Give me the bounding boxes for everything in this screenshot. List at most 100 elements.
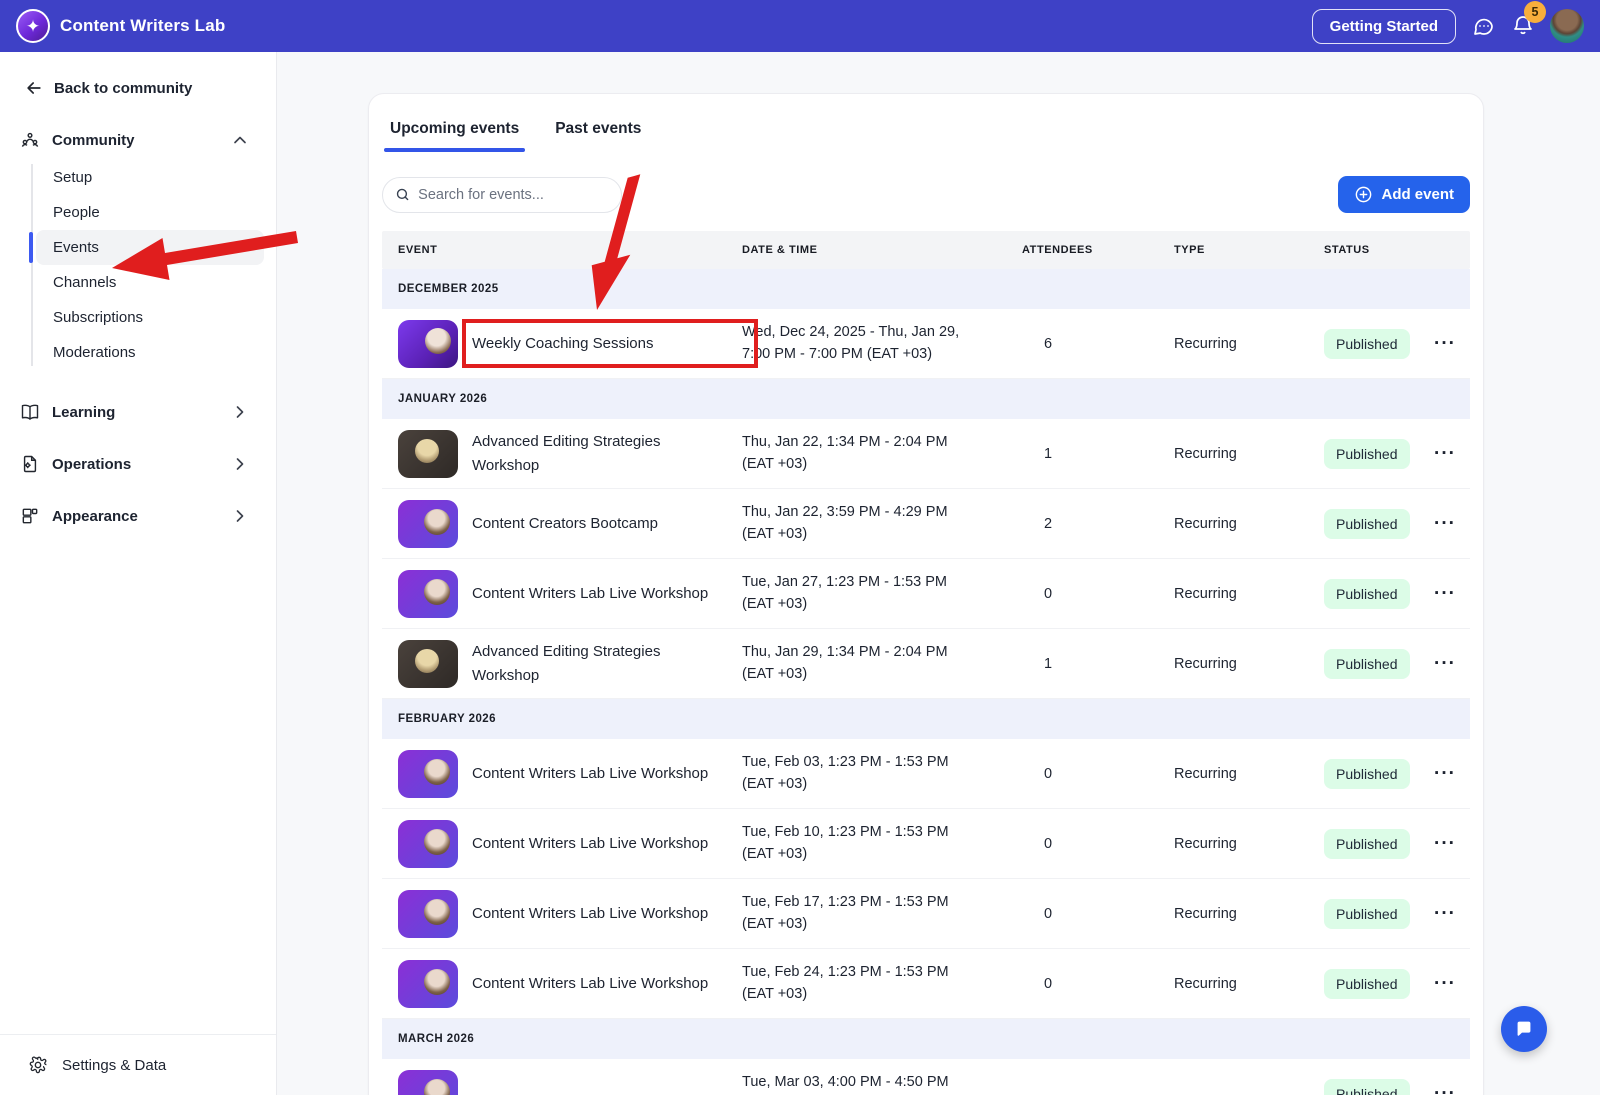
event-title[interactable]: Advanced Editing Strategies Workshop [472,640,722,687]
row-menu-button[interactable]: ··· [1434,514,1456,533]
event-attendees: 0 [1006,586,1158,602]
events-table: EVENT DATE & TIME ATTENDEES TYPE STATUS … [382,231,1470,1095]
sidebar-item-subscriptions[interactable]: Subscriptions [36,300,264,335]
event-thumbnail [398,820,458,868]
community-icon [20,130,40,150]
add-event-button[interactable]: Add event [1338,176,1470,213]
sidebar-item-channels[interactable]: Channels [36,265,264,300]
search-input[interactable] [418,187,609,203]
status-badge: Published [1324,579,1410,609]
column-event: EVENT [382,244,726,256]
event-type: Recurring [1158,766,1308,782]
user-avatar[interactable] [1550,9,1584,43]
event-type: Recurring [1158,336,1308,352]
event-thumbnail [398,500,458,548]
event-datetime: Wed, Dec 24, 2025 - Thu, Jan 29, 7:00 PM… [726,322,1006,366]
gear-icon [28,1055,48,1075]
events-tabs: Upcoming events Past events [390,120,1470,152]
event-title[interactable]: Weekly Coaching Sessions [472,332,722,355]
event-type: Recurring [1158,976,1308,992]
event-type: Recurring [1158,836,1308,852]
event-search[interactable] [382,177,622,213]
month-header-row: DECEMBER 2025 [382,269,1470,309]
event-type: Recurring [1158,446,1308,462]
event-title[interactable]: Content Writers Lab Live Workshop [472,832,722,855]
event-title[interactable]: Content Writers Lab Live Workshop [472,762,722,785]
event-datetime: Tue, Feb 10, 1:23 PM - 1:53 PM (EAT +03) [726,822,1006,866]
settings-and-data-label: Settings & Data [62,1057,166,1074]
notifications-bell-icon[interactable]: 5 [1510,13,1536,39]
chat-launcher-button[interactable] [1501,1006,1547,1052]
status-badge: Published [1324,1079,1410,1095]
notification-count-badge: 5 [1524,1,1546,23]
event-row[interactable]: Content Writers Lab Live WorkshopTue, Fe… [382,949,1470,1019]
month-label: DECEMBER 2025 [398,283,499,295]
sidebar-item-moderations[interactable]: Moderations [36,335,264,370]
event-attendees: 0 [1006,836,1158,852]
status-badge: Published [1324,829,1410,859]
sidebar-item-events[interactable]: Events [36,230,264,265]
back-to-community-link[interactable]: Back to community [0,78,276,98]
sidebar-section-operations[interactable]: Operations [0,442,276,486]
month-header-row: MARCH 2026 [382,1019,1470,1059]
chevron-up-icon[interactable] [230,130,250,150]
row-menu-button[interactable]: ··· [1434,584,1456,603]
month-header-row: FEBRUARY 2026 [382,699,1470,739]
row-menu-button[interactable]: ··· [1434,654,1456,673]
settings-and-data-link[interactable]: Settings & Data [0,1034,276,1095]
community-name: Content Writers Lab [60,16,225,36]
event-title[interactable]: Advanced Editing Strategies Workshop [472,430,722,477]
event-row[interactable]: Advanced Editing Strategies WorkshopThu,… [382,419,1470,489]
row-menu-button[interactable]: ··· [1434,764,1456,783]
main-content: Upcoming events Past events Add event EV… [277,52,1600,1095]
row-menu-button[interactable]: ··· [1434,904,1456,923]
event-attendees: 6 [1006,336,1158,352]
getting-started-button[interactable]: Getting Started [1312,9,1456,44]
sidebar-item-setup[interactable]: Setup [36,160,264,195]
event-thumbnail [398,320,458,368]
event-row[interactable]: Content Writers Lab Live WorkshopTue, Fe… [382,739,1470,809]
column-datetime: DATE & TIME [726,244,1006,256]
event-type: Recurring [1158,586,1308,602]
event-type: Recurring [1158,516,1308,532]
community-section-label: Community [52,132,135,149]
row-menu-button[interactable]: ··· [1434,1084,1456,1095]
tab-upcoming-events[interactable]: Upcoming events [390,120,519,152]
event-row[interactable]: Content Writers Lab Live WorkshopTue, Fe… [382,809,1470,879]
row-menu-button[interactable]: ··· [1434,444,1456,463]
sidebar-section-learning[interactable]: Learning [0,390,276,434]
messages-icon[interactable] [1470,13,1496,39]
event-row[interactable]: Content Writers Lab Live WorkshopTue, Fe… [382,879,1470,949]
event-attendees: 0 [1006,906,1158,922]
search-icon [395,186,410,203]
sidebar-section-appearance[interactable]: Appearance [0,494,276,538]
event-title[interactable]: Content Writers Lab Live Workshop [472,582,722,605]
status-badge: Published [1324,759,1410,789]
events-card: Upcoming events Past events Add event EV… [368,93,1484,1095]
row-menu-button[interactable]: ··· [1434,834,1456,853]
row-menu-button[interactable]: ··· [1434,974,1456,993]
event-attendees: 1 [1006,656,1158,672]
community-logo[interactable]: ✦ [16,9,50,43]
event-title[interactable]: Content Writers Lab Live Workshop [472,972,722,995]
event-thumbnail [398,430,458,478]
event-thumbnail [398,640,458,688]
row-menu-button[interactable]: ··· [1434,334,1456,353]
column-status: STATUS [1308,244,1418,256]
event-row[interactable]: Content Creators BootcampThu, Jan 22, 3:… [382,489,1470,559]
event-title[interactable]: Content Writers Lab Live Workshop [472,902,722,925]
chevron-right-icon [230,402,250,422]
events-toolbar: Add event [382,176,1470,213]
event-table-groups: DECEMBER 2025 Weekly Coaching SessionsWed… [382,269,1470,1095]
tab-past-events[interactable]: Past events [555,120,641,152]
event-row[interactable]: Weekly Coaching SessionsWed, Dec 24, 202… [382,309,1470,379]
event-datetime: Tue, Jan 27, 1:23 PM - 1:53 PM (EAT +03) [726,572,1006,616]
event-row[interactable]: Tue, Mar 03, 4:00 PM - 4:50 PM (EAT +03)… [382,1059,1470,1095]
sidebar-section-community[interactable]: Community [0,130,276,150]
event-datetime: Thu, Jan 22, 3:59 PM - 4:29 PM (EAT +03) [726,502,1006,546]
sidebar-item-people[interactable]: People [36,195,264,230]
event-row[interactable]: Advanced Editing Strategies WorkshopThu,… [382,629,1470,699]
operations-label: Operations [52,456,131,473]
event-title[interactable]: Content Creators Bootcamp [472,512,722,535]
event-row[interactable]: Content Writers Lab Live WorkshopTue, Ja… [382,559,1470,629]
